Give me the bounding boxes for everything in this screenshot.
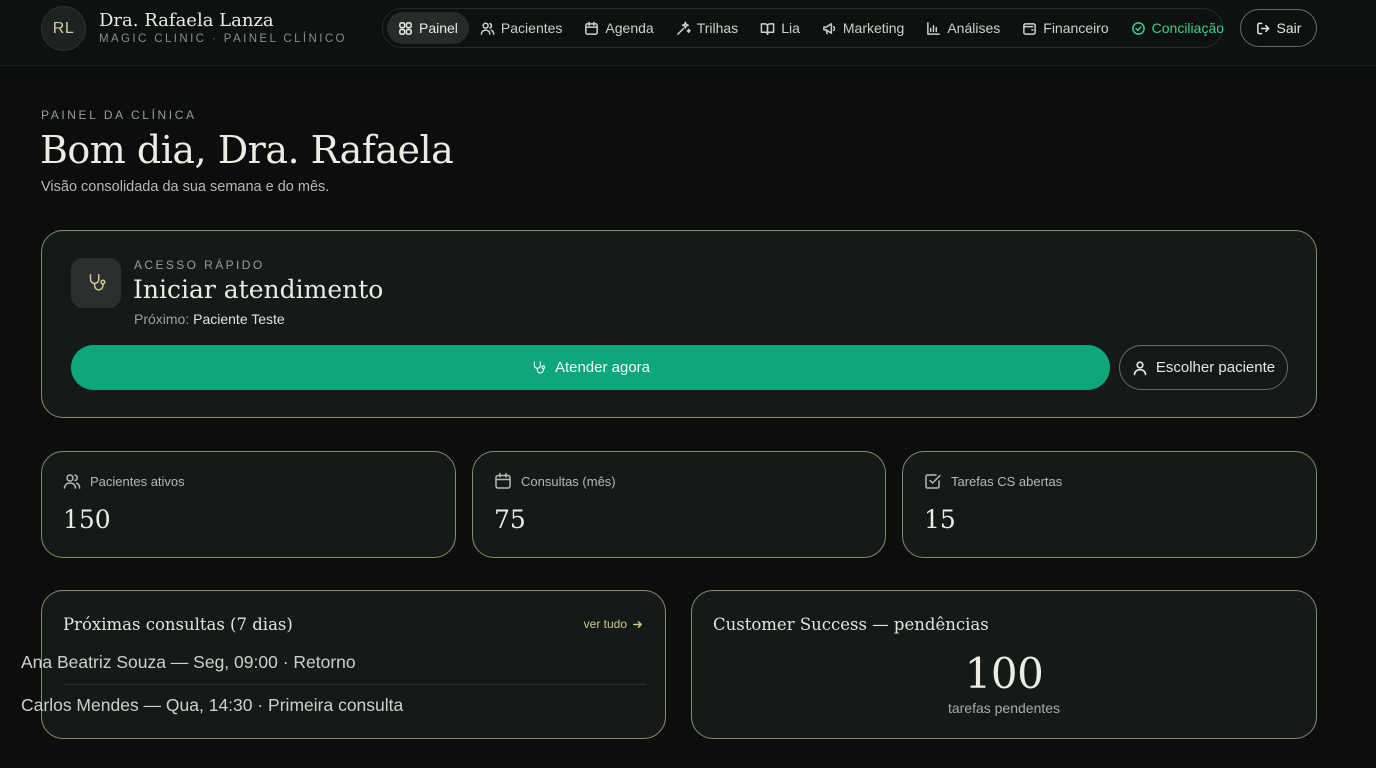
nav-item-label: Lia [781,20,800,36]
bar-chart-icon [927,21,941,35]
divider [63,684,646,685]
next-patient-line: Próximo: Paciente Teste [134,311,285,327]
user-icon [1133,360,1147,375]
nav-item-painel[interactable]: Painel [387,12,469,44]
arrow-right-icon [633,620,642,628]
nav-item-agenda[interactable]: Agenda [573,12,664,44]
nav-item-label: Financeiro [1043,20,1109,36]
customer-success-panel[interactable]: Customer Success — pendências 100 tarefa… [691,590,1317,739]
nav-item-analises[interactable]: Análises [915,12,1011,44]
nav-item-pacientes[interactable]: Pacientes [469,12,573,44]
calendar-icon [495,472,511,489]
nav-item-label: Agenda [605,20,654,36]
pending-tasks-count: 100 [964,649,1044,698]
avatar-initials: RL [52,19,75,37]
nav-item-label: Painel [419,20,458,36]
see-all-link[interactable]: ver tudo [584,617,643,631]
stethoscope-icon [533,360,546,373]
attend-now-button[interactable]: Atender agora [71,345,1110,390]
next-patient-prefix: Próximo: [134,311,190,327]
stat-label-row: Tarefas CS abertas [924,472,1062,490]
nav-item-financeiro[interactable]: Financeiro [1011,12,1119,44]
avatar[interactable]: RL [41,6,86,51]
choose-patient-label: Escolher paciente [1155,359,1276,376]
stat-label: Pacientes ativos [90,473,185,489]
wallet-icon [1023,22,1037,35]
logout-label: Sair [1276,20,1302,36]
grid-icon [399,21,412,35]
page-eyebrow: PAINEL DA CLÍNICA [41,108,197,122]
panel-title: Próximas consultas (7 dias) [63,615,293,634]
logout-icon [1256,22,1269,34]
main-nav: Painel Pacientes Agenda Trilhas Lia Mark… [382,8,1224,48]
sparkle-icon [676,21,691,35]
page-subtitle: Visão consolidada da sua semana e do mês… [41,179,330,195]
nav-item-label: Trilhas [696,20,739,36]
quick-access-title: Iniciar atendimento [133,275,384,304]
stat-card-open-cs-tasks[interactable]: Tarefas CS abertas 15 [902,451,1317,558]
next-patient-name[interactable]: Paciente Teste [193,311,285,327]
quick-access-eyebrow: ACESSO RÁPIDO [134,258,265,272]
nav-item-lia[interactable]: Lia [749,12,811,44]
quick-access-card: ACESSO RÁPIDO Iniciar atendimento Próxim… [41,230,1317,418]
see-all-label: ver tudo [583,617,627,631]
nav-item-label: Análises [947,20,1001,36]
page-title: Bom dia, Dra. Rafaela [40,128,454,172]
stat-value: 150 [63,505,111,534]
stat-label-row: Consultas (mês) [494,472,616,490]
calendar-icon [585,21,599,35]
panel-title: Customer Success — pendências [713,615,989,634]
choose-patient-button[interactable]: Escolher paciente [1119,345,1288,390]
check-circle-icon [1131,21,1145,35]
user-name: Dra. Rafaela Lanza [99,10,274,31]
nav-item-label: Conciliação [1151,20,1225,36]
stat-label: Tarefas CS abertas [951,473,1063,489]
top-bar: RL Dra. Rafaela Lanza MAGIC CLINIC · PAI… [0,0,1376,66]
nav-item-conciliacao[interactable]: Conciliação [1120,12,1235,44]
checkbox-icon [925,474,941,489]
stethoscope-icon [71,258,121,308]
stat-card-monthly-appointments[interactable]: Consultas (mês) 75 [472,451,886,558]
logout-button[interactable]: Sair [1240,9,1317,47]
megaphone-icon [823,22,836,34]
stat-label: Consultas (mês) [521,473,616,489]
nav-item-label: Pacientes [500,20,563,36]
stat-label-row: Pacientes ativos [63,472,185,490]
nav-item-marketing[interactable]: Marketing [811,12,915,44]
stat-card-active-patients[interactable]: Pacientes ativos 150 [41,451,456,558]
pending-tasks-caption: tarefas pendentes [947,700,1061,716]
nav-item-trilhas[interactable]: Trilhas [665,12,750,44]
appointment-item[interactable]: Ana Beatriz Souza — Seg, 09:00 · Retorno [21,652,604,673]
nav-item-label: Marketing [842,20,905,36]
clinic-subtitle: MAGIC CLINIC · PAINEL CLÍNICO [99,33,347,45]
appointment-item[interactable]: Carlos Mendes — Qua, 14:30 · Primeira co… [21,695,604,716]
attend-now-label: Atender agora [554,359,651,376]
stat-value: 15 [924,505,956,534]
book-icon [760,22,775,35]
stat-value: 75 [494,505,526,534]
users-icon [480,22,495,35]
users-icon [63,474,81,489]
